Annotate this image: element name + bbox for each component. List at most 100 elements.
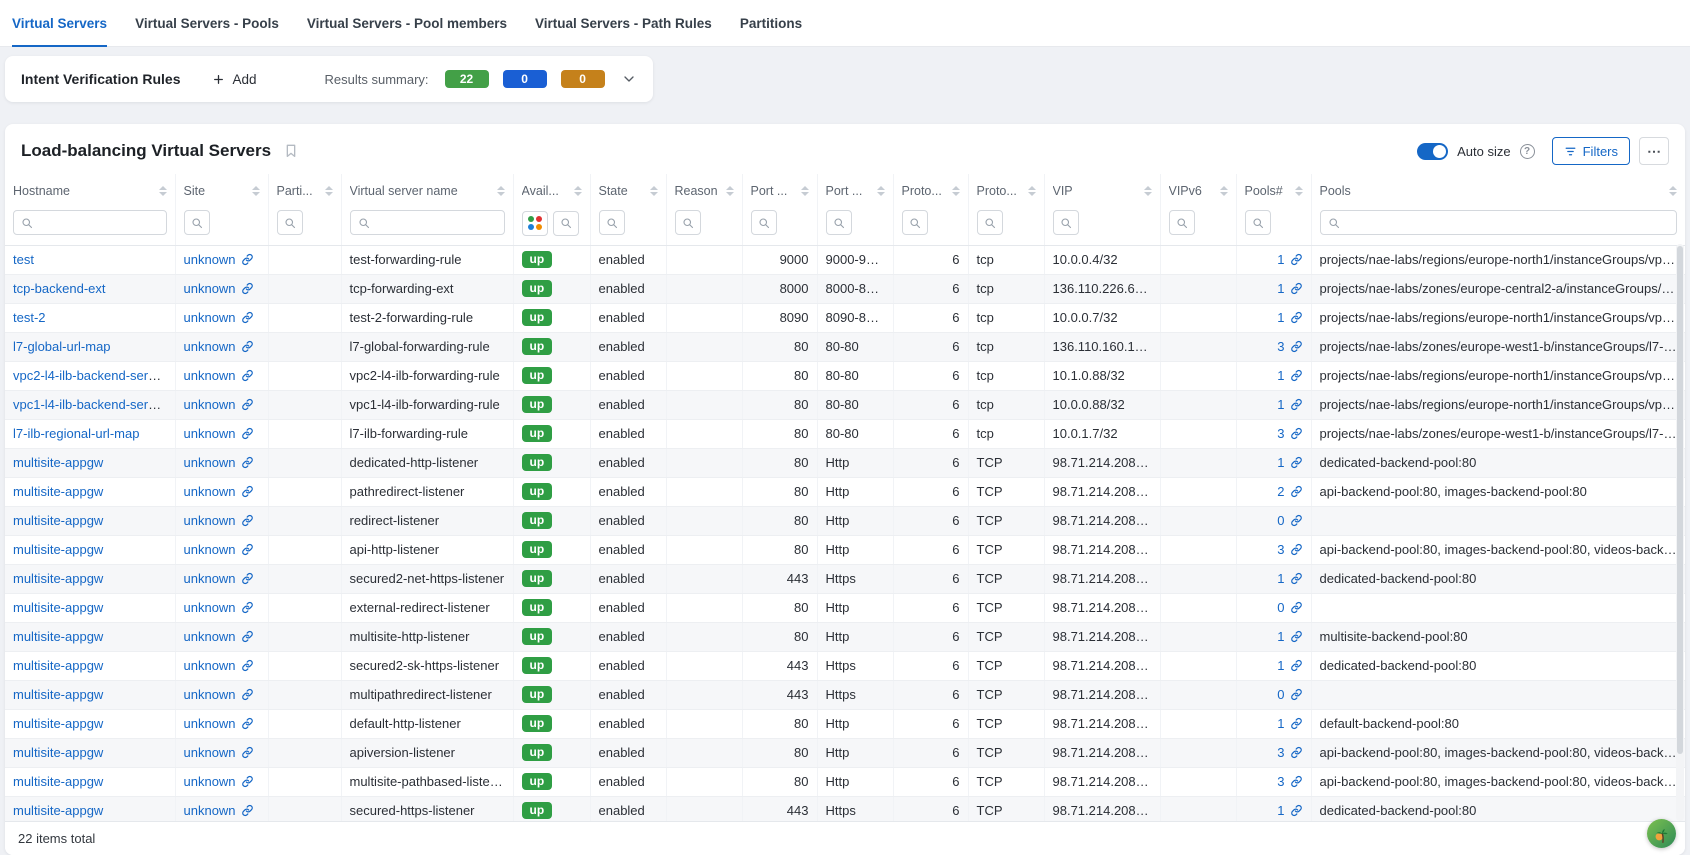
sort-icon[interactable] (1022, 186, 1036, 196)
tab-virtual-servers[interactable]: Virtual Servers (12, 0, 107, 46)
site-link[interactable]: unknown (184, 658, 254, 673)
sort-icon[interactable] (720, 186, 734, 196)
site-link[interactable]: unknown (184, 397, 254, 412)
site-link[interactable]: unknown (184, 542, 254, 557)
site-link[interactable]: unknown (184, 484, 254, 499)
pools-count-link[interactable]: 3 (1277, 339, 1302, 354)
vertical-scrollbar[interactable] (1676, 244, 1684, 821)
collapse-button[interactable] (621, 71, 637, 87)
pools-count-link[interactable]: 1 (1277, 629, 1302, 644)
help-icon[interactable]: ? (1520, 144, 1535, 159)
site-link[interactable]: unknown (184, 687, 254, 702)
filter-search-button-availability[interactable] (553, 211, 579, 236)
sort-icon[interactable] (1663, 186, 1677, 196)
column-header-reason[interactable]: Reason (666, 174, 742, 207)
pools-count-link[interactable]: 0 (1277, 600, 1302, 615)
site-link[interactable]: unknown (184, 716, 254, 731)
sort-icon[interactable] (153, 186, 167, 196)
filter-search-button-partition[interactable] (277, 210, 303, 235)
column-header-hostname[interactable]: Hostname (5, 174, 175, 207)
sort-icon[interactable] (1214, 186, 1228, 196)
table-row[interactable]: multisite-appgwunknownsecured-https-list… (5, 796, 1685, 821)
tab-partitions[interactable]: Partitions (740, 0, 802, 46)
hostname-link[interactable]: multisite-appgw (13, 803, 103, 818)
site-link[interactable]: unknown (184, 600, 254, 615)
hostname-link[interactable]: multisite-appgw (13, 542, 103, 557)
hostname-link[interactable]: multisite-appgw (13, 484, 103, 499)
sort-icon[interactable] (795, 186, 809, 196)
sort-icon[interactable] (946, 186, 960, 196)
site-link[interactable]: unknown (184, 310, 254, 325)
pools-count-link[interactable]: 1 (1277, 455, 1302, 470)
site-link[interactable]: unknown (184, 368, 254, 383)
pools-count-link[interactable]: 1 (1277, 571, 1302, 586)
column-header-site[interactable]: Site (175, 174, 268, 207)
table-row[interactable]: multisite-appgwunknownmultisite-pathbase… (5, 767, 1685, 796)
hostname-link[interactable]: tcp-backend-ext (13, 281, 106, 296)
hostname-link[interactable]: l7-ilb-regional-url-map (13, 426, 139, 441)
table-row[interactable]: multisite-appgwunknownsecured2-sk-https-… (5, 651, 1685, 680)
table-row[interactable]: multisite-appgwunknownexternal-redirect-… (5, 593, 1685, 622)
hostname-link[interactable]: multisite-appgw (13, 687, 103, 702)
hostname-link[interactable]: test-2 (13, 310, 46, 325)
site-link[interactable]: unknown (184, 455, 254, 470)
pools-count-link[interactable]: 2 (1277, 484, 1302, 499)
hostname-link[interactable]: multisite-appgw (13, 629, 103, 644)
auto-size-toggle[interactable] (1417, 143, 1448, 160)
filter-search-button-protocol[interactable] (977, 210, 1003, 235)
table-row[interactable]: l7-global-url-mapunknownl7-global-forwar… (5, 332, 1685, 361)
sort-icon[interactable] (568, 186, 582, 196)
pools-count-link[interactable]: 1 (1277, 397, 1302, 412)
sort-icon[interactable] (246, 186, 260, 196)
filter-search-button-port_name[interactable] (826, 210, 852, 235)
hostname-link[interactable]: vpc1-l4-ilb-backend-service (13, 397, 171, 412)
tab-virtual-servers-pool-members[interactable]: Virtual Servers - Pool members (307, 0, 507, 46)
filter-search-button-reason[interactable] (675, 210, 701, 235)
table-row[interactable]: multisite-appgwunknownsecured2-net-https… (5, 564, 1685, 593)
table-row[interactable]: vpc2-l4-ilb-backend-serviceunknownvpc2-l… (5, 361, 1685, 390)
table-row[interactable]: multisite-appgwunknownredirect-listeneru… (5, 506, 1685, 535)
table-row[interactable]: vpc1-l4-ilb-backend-serviceunknownvpc1-l… (5, 390, 1685, 419)
pools-count-link[interactable]: 3 (1277, 745, 1302, 760)
pools-count-link[interactable]: 1 (1277, 310, 1302, 325)
support-widget[interactable] (1647, 819, 1676, 848)
column-header-state[interactable]: State (590, 174, 666, 207)
table-row[interactable]: multisite-appgwunknowndefault-http-liste… (5, 709, 1685, 738)
sort-icon[interactable] (491, 186, 505, 196)
pools-count-link[interactable]: 1 (1277, 281, 1302, 296)
filter-input-pools[interactable] (1345, 216, 1670, 230)
filter-search-button-vip[interactable] (1053, 210, 1079, 235)
filter-input-virtual_server_name[interactable] (375, 216, 497, 230)
filter-search-button-protocol_number[interactable] (902, 210, 928, 235)
pools-count-link[interactable]: 3 (1277, 426, 1302, 441)
hostname-link[interactable]: multisite-appgw (13, 774, 103, 789)
sort-icon[interactable] (1289, 186, 1303, 196)
site-link[interactable]: unknown (184, 745, 254, 760)
filter-search-button-pools_count[interactable] (1245, 210, 1271, 235)
tab-virtual-servers-pools[interactable]: Virtual Servers - Pools (135, 0, 279, 46)
column-header-port[interactable]: Port ... (742, 174, 817, 207)
column-header-protocol_number[interactable]: Proto... (893, 174, 968, 207)
summary-badge-orange[interactable]: 0 (561, 70, 605, 88)
table-row[interactable]: testunknowntest-forwarding-ruleupenabled… (5, 245, 1685, 274)
table-row[interactable]: l7-ilb-regional-url-mapunknownl7-ilb-for… (5, 419, 1685, 448)
sort-icon[interactable] (644, 186, 658, 196)
summary-badge-blue[interactable]: 0 (503, 70, 547, 88)
bookmark-icon[interactable] (283, 143, 299, 159)
filters-button[interactable]: Filters (1552, 137, 1630, 165)
site-link[interactable]: unknown (184, 339, 254, 354)
sort-icon[interactable] (1138, 186, 1152, 196)
column-header-availability[interactable]: Avail... (513, 174, 590, 207)
filter-search-button-site[interactable] (184, 210, 210, 235)
scrollbar-thumb[interactable] (1677, 246, 1683, 754)
table-row[interactable]: multisite-appgwunknowndedicated-http-lis… (5, 448, 1685, 477)
sort-icon[interactable] (319, 186, 333, 196)
pools-count-link[interactable]: 1 (1277, 803, 1302, 818)
site-link[interactable]: unknown (184, 513, 254, 528)
site-link[interactable]: unknown (184, 774, 254, 789)
hostname-link[interactable]: multisite-appgw (13, 600, 103, 615)
column-header-protocol[interactable]: Proto... (968, 174, 1044, 207)
pools-count-link[interactable]: 0 (1277, 513, 1302, 528)
summary-badge-green[interactable]: 22 (445, 70, 489, 88)
table-row[interactable]: multisite-appgwunknownmultipathredirect-… (5, 680, 1685, 709)
